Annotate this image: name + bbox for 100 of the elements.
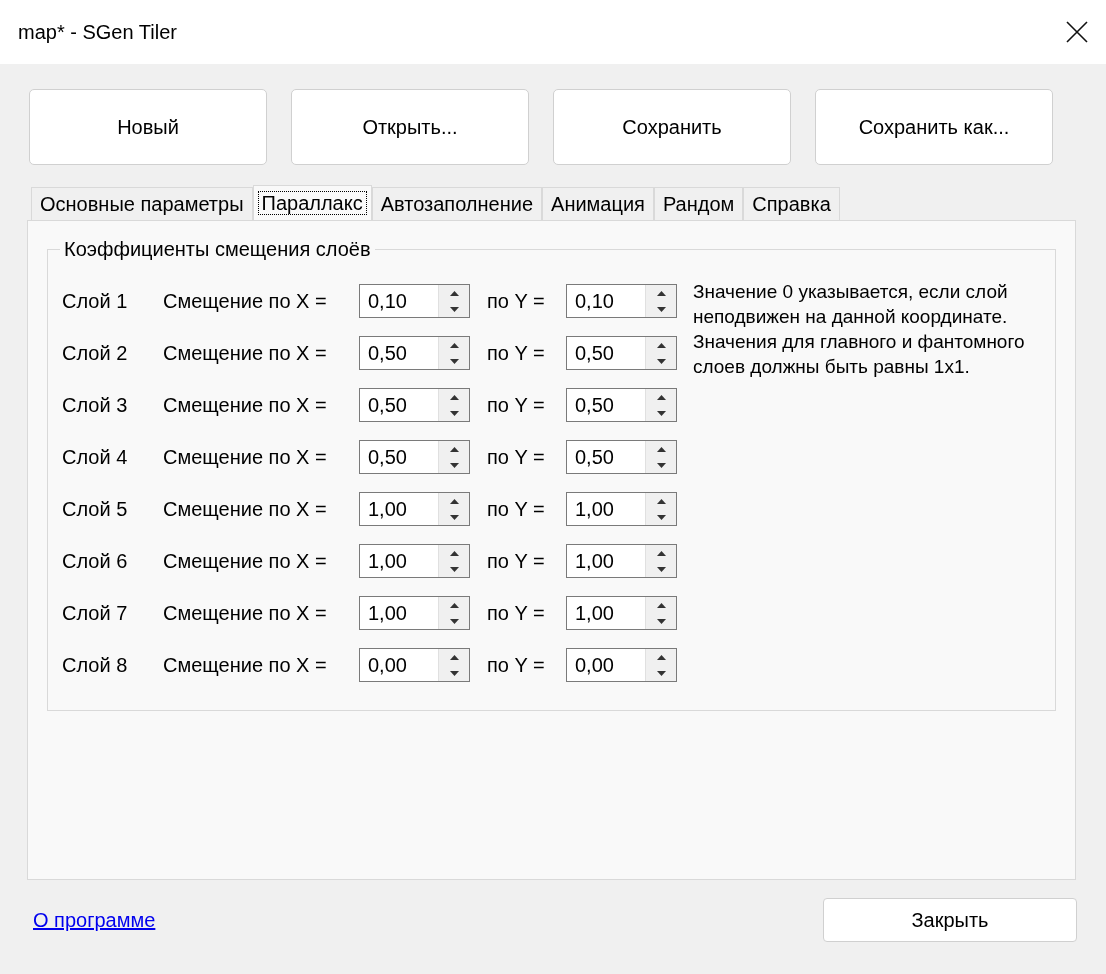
increment-button[interactable] [646, 649, 676, 665]
window-title: map* - SGen Tiler [18, 20, 177, 45]
tab[interactable]: Рандом [653, 187, 744, 220]
offset-x-label: Смещение по X = [163, 497, 328, 522]
number-spinner[interactable]: 1,00 [359, 544, 470, 578]
decrement-button[interactable] [646, 613, 676, 629]
number-spinner[interactable]: 0,00 [359, 648, 470, 682]
increment-button[interactable] [646, 441, 676, 457]
decrement-button[interactable] [439, 561, 469, 577]
close-button[interactable]: Закрыть [823, 898, 1077, 942]
increment-button[interactable] [646, 597, 676, 613]
increment-button[interactable] [646, 493, 676, 509]
hint-text: Значения для главного и фантомного слоев должны быть равны 1х1. [693, 330, 1026, 379]
decrement-button[interactable] [646, 665, 676, 681]
down-arrow-icon [449, 670, 459, 676]
down-arrow-icon [656, 410, 666, 416]
increment-button[interactable] [646, 545, 676, 561]
up-arrow-icon [656, 498, 666, 504]
up-arrow-icon [449, 342, 459, 348]
toolbar-button[interactable]: Сохранить [553, 89, 791, 165]
down-arrow-icon [656, 306, 666, 312]
down-arrow-icon [449, 306, 459, 312]
layer-label: Слой 7 [62, 601, 129, 626]
down-arrow-icon [656, 462, 666, 468]
decrement-button[interactable] [439, 301, 469, 317]
number-spinner[interactable]: 0,50 [566, 388, 677, 422]
number-spinner[interactable]: 1,00 [359, 596, 470, 630]
increment-button[interactable] [439, 545, 469, 561]
toolbar-button[interactable]: Новый [29, 89, 267, 165]
tab[interactable]: Автозаполнение [371, 187, 543, 220]
tab[interactable]: Справка [743, 187, 840, 220]
number-spinner[interactable]: 0,50 [359, 440, 470, 474]
down-arrow-icon [656, 566, 666, 572]
number-spinner[interactable]: 1,00 [566, 492, 677, 526]
offset-x-label: Смещение по X = [163, 653, 328, 678]
offset-x-label: Смещение по X = [163, 289, 328, 314]
decrement-button[interactable] [439, 353, 469, 369]
up-arrow-icon [449, 394, 459, 400]
decrement-button[interactable] [439, 509, 469, 525]
toolbar-button[interactable]: Сохранить как... [815, 89, 1053, 165]
increment-button[interactable] [646, 285, 676, 301]
increment-button[interactable] [439, 493, 469, 509]
decrement-button[interactable] [646, 353, 676, 369]
up-arrow-icon [449, 290, 459, 296]
decrement-button[interactable] [439, 665, 469, 681]
offset-x-label: Смещение по X = [163, 393, 328, 418]
up-arrow-icon [449, 446, 459, 452]
layer-label: Слой 3 [62, 393, 129, 418]
number-spinner[interactable]: 0,00 [566, 648, 677, 682]
layer-label: Слой 4 [62, 445, 129, 470]
offset-y-label: по Y = [486, 445, 546, 470]
up-arrow-icon [449, 654, 459, 660]
number-spinner[interactable]: 0,10 [359, 284, 470, 318]
offset-y-label: по Y = [486, 341, 546, 366]
number-spinner[interactable]: 0,10 [566, 284, 677, 318]
offset-x-label: Смещение по X = [163, 601, 328, 626]
up-arrow-icon [449, 550, 459, 556]
number-spinner[interactable]: 1,00 [566, 596, 677, 630]
decrement-button[interactable] [646, 561, 676, 577]
up-arrow-icon [656, 394, 666, 400]
increment-button[interactable] [439, 441, 469, 457]
decrement-button[interactable] [646, 509, 676, 525]
up-arrow-icon [656, 550, 666, 556]
increment-button[interactable] [439, 389, 469, 405]
number-spinner[interactable]: 0,50 [359, 336, 470, 370]
decrement-button[interactable] [646, 405, 676, 421]
tab[interactable]: Параллакс [252, 185, 372, 220]
increment-button[interactable] [439, 649, 469, 665]
number-spinner[interactable]: 1,00 [566, 544, 677, 578]
down-arrow-icon [656, 618, 666, 624]
number-spinner[interactable]: 1,00 [359, 492, 470, 526]
increment-button[interactable] [439, 597, 469, 613]
up-arrow-icon [656, 654, 666, 660]
tab[interactable]: Анимация [542, 187, 654, 220]
about-link[interactable]: О программе [33, 905, 156, 935]
offset-y-label: по Y = [486, 549, 546, 574]
offset-y-label: по Y = [486, 653, 546, 678]
layer-label: Слой 2 [62, 341, 129, 366]
down-arrow-icon [449, 462, 459, 468]
increment-button[interactable] [646, 337, 676, 353]
offset-y-label: по Y = [486, 393, 546, 418]
number-spinner[interactable]: 0,50 [359, 388, 470, 422]
tab[interactable]: Основные параметры [31, 187, 253, 220]
offset-y-label: по Y = [486, 497, 546, 522]
decrement-button[interactable] [439, 405, 469, 421]
down-arrow-icon [449, 514, 459, 520]
increment-button[interactable] [646, 389, 676, 405]
offset-y-label: по Y = [486, 601, 546, 626]
up-arrow-icon [656, 446, 666, 452]
decrement-button[interactable] [646, 457, 676, 473]
number-spinner[interactable]: 0,50 [566, 440, 677, 474]
decrement-button[interactable] [646, 301, 676, 317]
decrement-button[interactable] [439, 613, 469, 629]
increment-button[interactable] [439, 337, 469, 353]
decrement-button[interactable] [439, 457, 469, 473]
up-arrow-icon [449, 498, 459, 504]
number-spinner[interactable]: 0,50 [566, 336, 677, 370]
down-arrow-icon [449, 566, 459, 572]
increment-button[interactable] [439, 285, 469, 301]
toolbar-button[interactable]: Открыть... [291, 89, 529, 165]
